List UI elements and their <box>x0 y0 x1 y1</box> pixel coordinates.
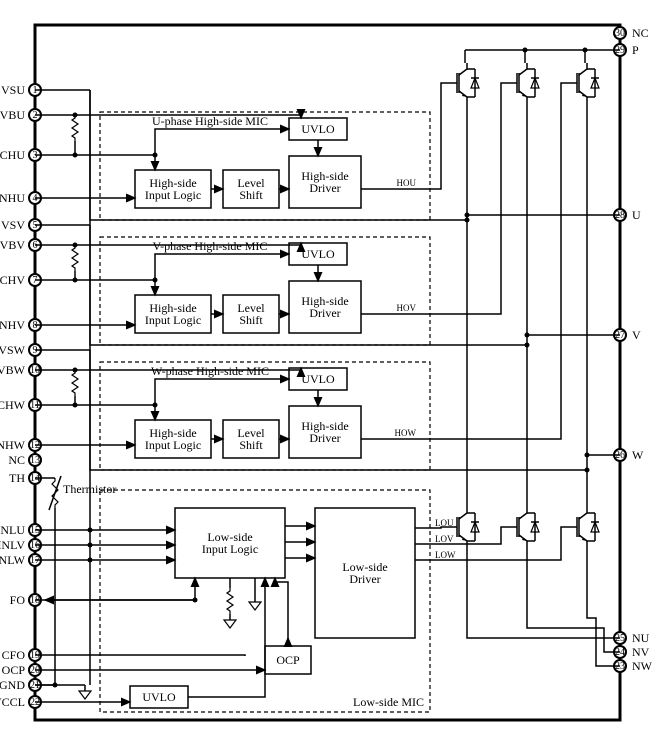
pin-label: TH <box>9 471 25 485</box>
pin-label: VCCHU <box>0 148 25 162</box>
svg-text:HOU: HOU <box>397 178 417 188</box>
thermistor: Thermistor <box>35 476 116 688</box>
phase-title: W-phase High-side MIC <box>151 364 269 378</box>
phase-title: U-phase High-side MIC <box>152 114 268 128</box>
svg-text:Shift: Shift <box>239 438 263 452</box>
pin-label: VCCHW <box>0 398 26 412</box>
pin-label: VCCL <box>0 695 25 709</box>
w-phase-highside: W-phase High-side MICHigh-sideInput Logi… <box>35 83 590 473</box>
pin-label: NC <box>632 26 649 40</box>
pin-num: 13 <box>30 455 40 466</box>
pin-label: INLV <box>0 538 25 552</box>
svg-text:Driver: Driver <box>349 572 380 586</box>
svg-text:HOW: HOW <box>395 428 417 438</box>
svg-text:UVLO: UVLO <box>301 372 335 386</box>
pin-label: OCP <box>2 663 26 677</box>
pin-num: 30 <box>615 28 625 39</box>
thermistor-label: Thermistor <box>63 482 116 496</box>
svg-text:Input Logic: Input Logic <box>145 438 201 452</box>
pin-label: VSW <box>0 343 26 357</box>
svg-text:Shift: Shift <box>239 188 263 202</box>
pin-label: VBU <box>0 108 25 122</box>
phase-title: V-phase High-side MIC <box>153 239 268 253</box>
pin-label: GND <box>0 678 25 692</box>
svg-text:LOV: LOV <box>435 534 454 544</box>
svg-text:Low-side MIC: Low-side MIC <box>353 695 424 709</box>
pin-label: V <box>632 328 641 342</box>
pin-label: INLU <box>0 523 25 537</box>
pin-label: VBW <box>0 363 26 377</box>
pin-label: INLW <box>0 553 26 567</box>
svg-text:OCP: OCP <box>276 653 300 667</box>
pin-label: INHV <box>0 318 25 332</box>
pin-label: NW <box>632 659 653 673</box>
pin-label: NC <box>8 453 25 467</box>
pin-label: VCCHV <box>0 273 25 287</box>
pin-label: U <box>632 208 641 222</box>
svg-text:Shift: Shift <box>239 313 263 327</box>
svg-text:Driver: Driver <box>309 431 340 445</box>
pin-label: NV <box>632 645 650 659</box>
svg-text:Input Logic: Input Logic <box>202 542 258 556</box>
power-stage <box>447 48 620 667</box>
svg-text:Input Logic: Input Logic <box>145 188 201 202</box>
pin-label: FO <box>10 593 26 607</box>
pin-label: INHW <box>0 438 26 452</box>
svg-text:UVLO: UVLO <box>301 247 335 261</box>
svg-text:LOW: LOW <box>435 550 456 560</box>
svg-text:Driver: Driver <box>309 181 340 195</box>
svg-text:UVLO: UVLO <box>301 122 335 136</box>
v-phase-highside: V-phase High-side MICHigh-sideInput Logi… <box>35 83 530 348</box>
pin-label: P <box>632 43 639 57</box>
pin-label: INHU <box>0 191 25 205</box>
svg-text:Input Logic: Input Logic <box>145 313 201 327</box>
u-phase-highside: U-phase High-side MICHigh-sideInput Logi… <box>35 83 470 223</box>
svg-text:Driver: Driver <box>309 306 340 320</box>
pin-label: NU <box>632 631 650 645</box>
pin-label: VSU <box>1 83 25 97</box>
pin-label: W <box>632 448 644 462</box>
svg-text:HOV: HOV <box>397 303 417 313</box>
pin-label: VBV <box>0 238 25 252</box>
pin-label: CFO <box>2 648 26 662</box>
svg-text:UVLO: UVLO <box>142 690 176 704</box>
pin-label: VSV <box>1 218 25 232</box>
